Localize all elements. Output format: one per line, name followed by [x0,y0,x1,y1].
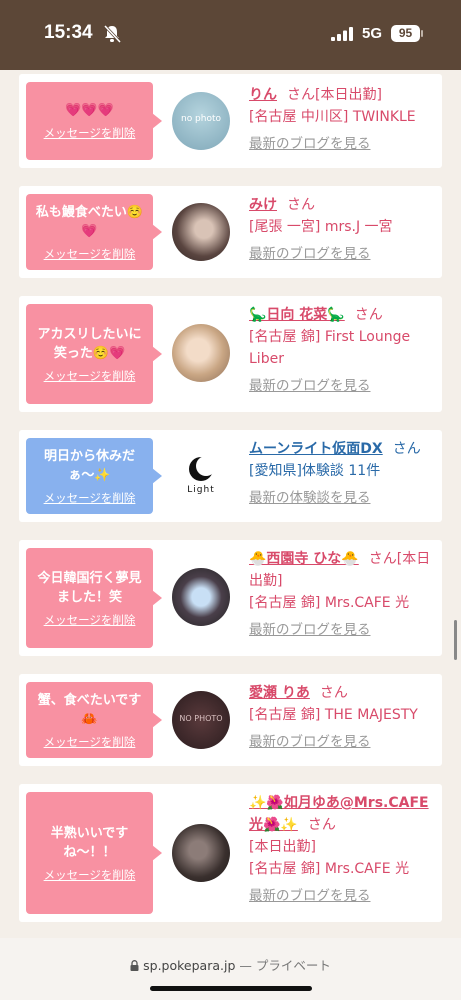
profile-info: ✨🌺如月ゆあ@Mrs.CAFE光🌺✨ さん [本日出勤] [名古屋 錦] Mrs.… [249,792,439,907]
avatar-placeholder-text: no photo [180,114,222,124]
avatar[interactable]: Light [172,447,230,505]
latest-blog-link[interactable]: 最新のブログを見る [249,133,439,155]
profile-name-link[interactable]: ムーンライト仮面DX [249,441,383,457]
profile-info: ムーンライト仮面DX さん [愛知県]体験談 11件 最新の体験談を見る [249,438,439,509]
latest-blog-link[interactable]: 最新のブログを見る [249,243,439,265]
honorific: さん [287,197,315,213]
moon-logo-icon [189,456,216,481]
latest-blog-link[interactable]: 最新のブログを見る [249,375,439,397]
status-time: 15:34 [44,22,93,43]
profile-info: りん さん[本日出勤] [名古屋 中川区] TWINKLE 最新のブログを見る [249,84,439,155]
address-bar[interactable]: sp.pokepara.jp — プライベート [0,955,461,974]
profile-info: 愛瀬 りあ さん [名古屋 錦] THE MAJESTY 最新のブログを見る [249,682,439,753]
message-bubble: 蟹、食べたいです🦀 メッセージを削除 [26,682,162,758]
home-indicator[interactable] [150,986,312,991]
delete-message-link[interactable]: メッセージを削除 [44,734,136,750]
avatar-logo-text: Light [187,485,215,495]
shop-line: [名古屋 錦] Mrs.CAFE 光 [249,595,410,611]
message-card: 蟹、食べたいです🦀 メッセージを削除 NO PHOTO 愛瀬 りあ さん [名古屋… [19,674,442,766]
message-text: 半熟いいですね〜！！ [50,825,129,860]
message-text: 私も鰻食べたい☺️💗 [35,204,144,239]
delete-message-link[interactable]: メッセージを削除 [44,246,136,262]
message-feed[interactable]: 💗💗💗 メッセージを削除 no photo りん さん[本日出勤] [名古屋 中川… [0,70,461,938]
avatar[interactable] [172,324,230,382]
avatar[interactable] [172,568,230,626]
message-text: 💗💗💗 [65,103,114,118]
battery-tip [421,30,423,37]
profile-info: みけ さん [尾張 一宮] mrs.J 一宮 最新のブログを見る [249,194,439,265]
shop-line: [愛知県]体験談 11件 [249,463,381,479]
message-bubble: 今日韓国行く夢見ました！笑 メッセージを削除 [26,548,162,648]
battery-badge: 95 [391,25,420,42]
browser-bottom-bar: sp.pokepara.jp — プライベート [0,938,461,1000]
profile-info: 🦕日向 花菜🦕 さん [名古屋 錦] First Lounge Liber 最新の… [249,304,439,397]
bell-off-icon [103,24,121,44]
profile-name-link[interactable]: 🐣西園寺 ひな🐣 [249,551,359,567]
delete-message-link[interactable]: メッセージを削除 [44,867,136,883]
latest-blog-link[interactable]: 最新のブログを見る [249,885,439,907]
private-label: — プライベート [239,958,331,973]
message-text: 今日韓国行く夢見ました！笑 [37,570,142,605]
message-bubble: 私も鰻食べたい☺️💗 メッセージを削除 [26,194,162,270]
network-label: 5G [362,25,383,42]
lock-icon [130,960,139,971]
scrollbar-thumb[interactable] [454,620,457,660]
url-text: sp.pokepara.jp [143,958,236,973]
avatar[interactable]: NO PHOTO [172,691,230,749]
avatar[interactable]: no photo [172,92,230,150]
profile-name-link[interactable]: 🦕日向 花菜🦕 [249,307,345,323]
delete-message-link[interactable]: メッセージを削除 [44,612,136,628]
shop-line: [尾張 一宮] mrs.J 一宮 [249,219,393,235]
honorific: さん [354,307,383,323]
profile-info: 🐣西園寺 ひな🐣 さん[本日出勤] [名古屋 錦] Mrs.CAFE 光 最新のブ… [249,548,439,641]
message-text: 蟹、食べたいです🦀 [37,692,142,727]
shop-line: [名古屋 錦] Mrs.CAFE 光 [249,861,410,877]
latest-blog-link[interactable]: 最新のブログを見る [249,619,439,641]
avatar-placeholder-text: NO PHOTO [179,714,223,723]
profile-name-link[interactable]: 愛瀬 りあ [249,685,310,701]
delete-message-link[interactable]: メッセージを削除 [44,125,136,141]
status-bar: 15:34 5G 95 [0,0,461,70]
message-text: アカスリしたいに笑った☺️💗 [37,326,142,361]
message-card: 半熟いいですね〜！！ メッセージを削除 ✨🌺如月ゆあ@Mrs.CAFE光🌺✨ さん… [19,784,442,922]
shop-line: [名古屋 中川区] TWINKLE [249,109,416,125]
message-bubble: 💗💗💗 メッセージを削除 [26,82,162,160]
honorific: さん [392,441,421,457]
honorific: さん [319,685,348,701]
profile-name-link[interactable]: ✨🌺如月ゆあ@Mrs.CAFE光🌺✨ [249,795,429,833]
avatar[interactable] [172,203,230,261]
latest-blog-link[interactable]: 最新のブログを見る [249,731,439,753]
message-bubble: アカスリしたいに笑った☺️💗 メッセージを削除 [26,304,162,404]
profile-name-link[interactable]: みけ [249,197,277,213]
delete-message-link[interactable]: メッセージを削除 [44,368,136,384]
shop-line: [名古屋 錦] THE MAJESTY [249,707,418,723]
message-card: 💗💗💗 メッセージを削除 no photo りん さん[本日出勤] [名古屋 中川… [19,74,442,168]
honorific: さん [307,817,336,833]
latest-review-link[interactable]: 最新の体験談を見る [249,487,439,509]
message-bubble: 明日から休みだぁ〜✨ メッセージを削除 [26,438,162,514]
shop-line: [名古屋 錦] First Lounge Liber [249,329,411,367]
honorific: さん[本日出勤] [287,87,382,103]
avatar[interactable] [172,824,230,882]
message-text: 明日から休みだぁ〜✨ [43,448,135,483]
message-card: 明日から休みだぁ〜✨ メッセージを削除 Light ムーンライト仮面DX さん [… [19,430,442,522]
message-card: 今日韓国行く夢見ました！笑 メッセージを削除 🐣西園寺 ひな🐣 さん[本日出勤] … [19,540,442,656]
status-line: [本日出勤] [249,839,316,855]
message-bubble: 半熟いいですね〜！！ メッセージを削除 [26,792,162,914]
profile-name-link[interactable]: りん [249,87,277,103]
message-card: 私も鰻食べたい☺️💗 メッセージを削除 みけ さん [尾張 一宮] mrs.J 一… [19,186,442,278]
signal-icon [331,27,353,41]
delete-message-link[interactable]: メッセージを削除 [44,490,136,506]
message-card: アカスリしたいに笑った☺️💗 メッセージを削除 🦕日向 花菜🦕 さん [名古屋 錦… [19,296,442,412]
